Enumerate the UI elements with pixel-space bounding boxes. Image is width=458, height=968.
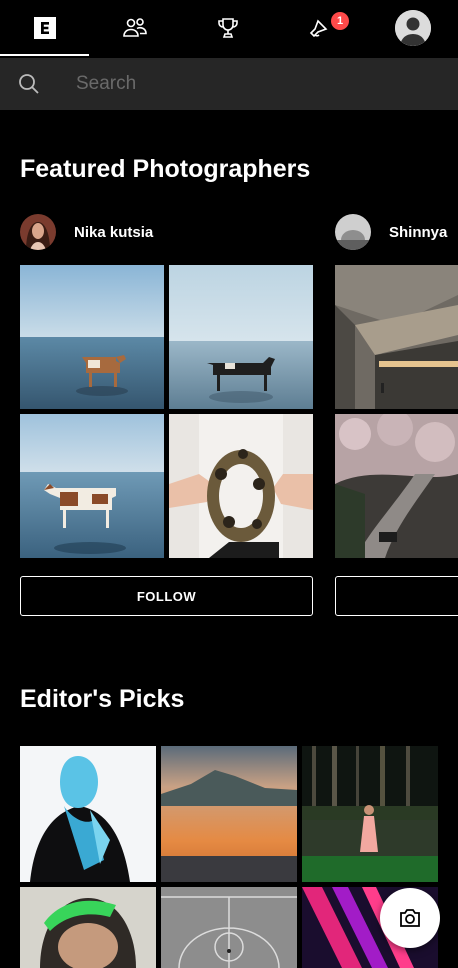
photo-cow-lake-1[interactable]: [20, 265, 164, 409]
photographer-name[interactable]: Shinnya: [389, 224, 447, 241]
logo-icon: [34, 17, 56, 39]
search-bar[interactable]: [0, 58, 458, 110]
pick-mountain-sunset[interactable]: [161, 746, 297, 882]
photo-python-hands[interactable]: [169, 414, 313, 558]
follow-button-shinnya[interactable]: [335, 576, 458, 616]
photo-cow-lake-3[interactable]: [20, 414, 164, 558]
nav-home[interactable]: [0, 0, 90, 56]
pick-green-hair-portrait[interactable]: [20, 887, 156, 968]
nav-awards[interactable]: [183, 0, 273, 56]
search-icon: [19, 74, 39, 94]
search-input[interactable]: [76, 73, 376, 95]
photographer-avatar: [20, 214, 56, 250]
nav-notifications[interactable]: 1: [275, 0, 365, 56]
camera-upload-button[interactable]: [380, 888, 440, 948]
editors-picks-heading: Editor's Picks: [20, 685, 185, 713]
notification-badge: 1: [331, 12, 349, 30]
trophy-icon: [218, 18, 238, 38]
active-tab-indicator: [0, 54, 89, 56]
photographer-name[interactable]: Nika kutsia: [74, 224, 153, 241]
photographer-header-shinnya[interactable]: Shinnya: [335, 214, 447, 250]
photo-concrete-underpass[interactable]: [335, 265, 458, 409]
notifications-icon: [309, 19, 328, 38]
top-navigation: 1: [0, 0, 458, 56]
photo-cherry-blossom-road[interactable]: [335, 414, 458, 558]
featured-photographers-heading: Featured Photographers: [20, 155, 311, 183]
pick-forest-woman[interactable]: [302, 746, 438, 882]
photographer-avatar: [335, 214, 371, 250]
photographer-header-nika[interactable]: Nika kutsia: [20, 214, 153, 250]
profile-avatar: [395, 10, 431, 46]
nav-people[interactable]: [90, 0, 180, 56]
follow-button-nika[interactable]: FOLLOW: [20, 576, 313, 616]
photo-cow-lake-2[interactable]: [169, 265, 313, 409]
pick-blue-portrait[interactable]: [20, 746, 156, 882]
nav-profile[interactable]: [368, 0, 458, 56]
people-icon: [123, 18, 147, 37]
camera-icon: [400, 909, 420, 927]
pick-basketball-court[interactable]: [161, 887, 297, 968]
